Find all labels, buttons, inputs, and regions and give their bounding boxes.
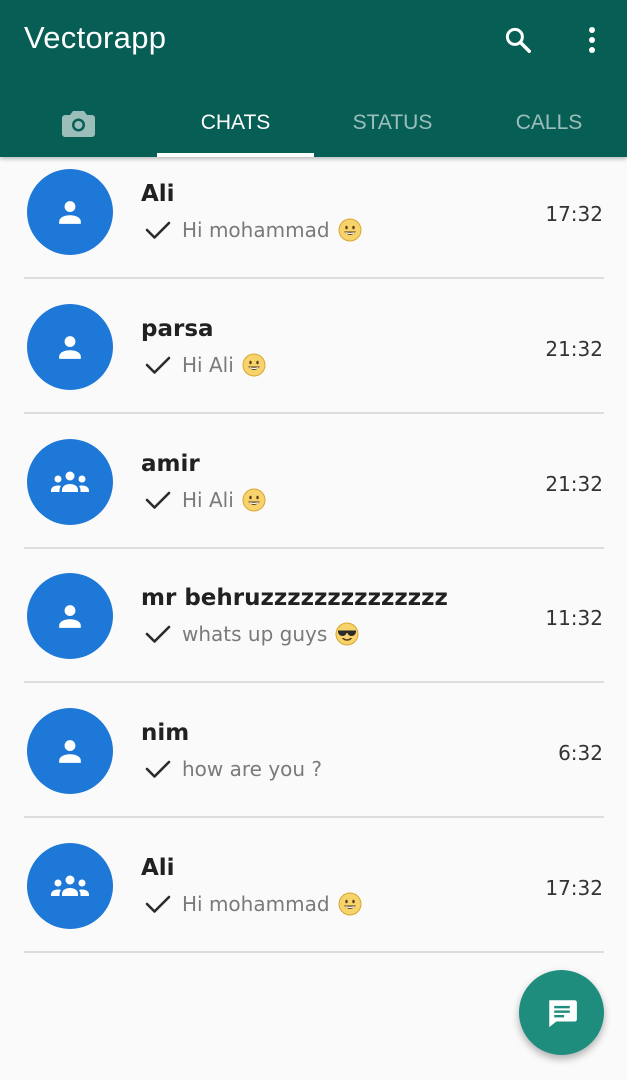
grinning-face-emoji [338,218,362,242]
chat-name: Ali [141,855,175,881]
chat-message: Hi Ali [182,353,234,377]
more-vert-icon [589,27,595,53]
check-icon [145,221,171,239]
divider [24,412,604,414]
check-icon [145,760,171,778]
avatar [27,843,113,929]
chat-preview: how are you ? [143,754,322,784]
avatar [27,304,113,390]
sunglasses-face-emoji [335,622,359,646]
group-icon [51,875,89,896]
tab-bar: CHATS STATUS CALLS [0,88,627,157]
check-icon [145,895,171,913]
divider [24,816,604,818]
search-icon [505,27,531,53]
person-icon [59,740,81,763]
group-icon [51,471,89,492]
divider [24,277,604,279]
app-title: Vectorapp [24,20,167,55]
chat-preview: Hi Ali [143,485,266,515]
divider [24,547,604,549]
check-icon [145,356,171,374]
chat-row[interactable]: parsa Hi Ali 21:32 [0,292,627,426]
active-tab-indicator [157,153,314,157]
more-options-button[interactable] [574,22,610,58]
person-icon [59,605,81,628]
chat-row[interactable]: amir Hi Ali 21:32 [0,427,627,561]
avatar [27,573,113,659]
chat-name: amir [141,451,200,477]
check-icon [145,491,171,509]
tab-status[interactable]: STATUS [314,88,471,157]
divider [24,681,604,683]
person-icon [59,336,81,359]
check-icon [145,625,171,643]
chat-name: nim [141,720,190,746]
avatar [27,439,113,525]
app-bar: Vectorapp CHATS STATUS CALLS [0,0,627,157]
chat-time: 17:32 [545,202,603,226]
divider [24,951,604,953]
new-chat-icon [548,999,577,1027]
chat-preview: Hi mohammad [143,889,362,919]
tab-camera[interactable] [0,88,157,157]
search-button[interactable] [500,22,536,58]
person-icon [59,201,81,224]
chat-name: parsa [141,316,214,342]
chat-message: how are you ? [182,757,323,781]
chat-row[interactable]: Ali Hi mohammad 17:32 [0,831,627,965]
grinning-face-emoji [242,488,266,512]
chat-preview: Hi mohammad [143,215,362,245]
chat-message: whats up guys [182,622,328,646]
chat-name: mr behruzzzzzzzzzzzzzz [141,585,448,611]
new-chat-fab[interactable] [519,970,604,1055]
chat-message: Hi Ali [182,488,234,512]
chat-row[interactable]: nim how are you ? 6:32 [0,696,627,830]
chat-message: Hi mohammad [182,218,330,242]
camera-icon [62,110,95,137]
tab-calls[interactable]: CALLS [471,88,627,157]
chat-time: 17:32 [545,876,603,900]
chat-preview: whats up guys [143,619,359,649]
avatar [27,708,113,794]
chat-time: 11:32 [545,606,603,630]
chat-name: Ali [141,181,175,207]
grinning-face-emoji [242,353,266,377]
chat-row[interactable]: mr behruzzzzzzzzzzzzzz whats up guys 11:… [0,561,627,695]
chat-preview: Hi Ali [143,350,266,380]
chat-time: 21:32 [545,472,603,496]
grinning-face-emoji [338,892,362,916]
tab-chats[interactable]: CHATS [157,88,314,157]
chat-time: 6:32 [558,741,603,765]
chat-message: Hi mohammad [182,892,330,916]
chat-row[interactable]: Ali Hi mohammad 17:32 [0,157,627,291]
chat-time: 21:32 [545,337,603,361]
avatar [27,169,113,255]
